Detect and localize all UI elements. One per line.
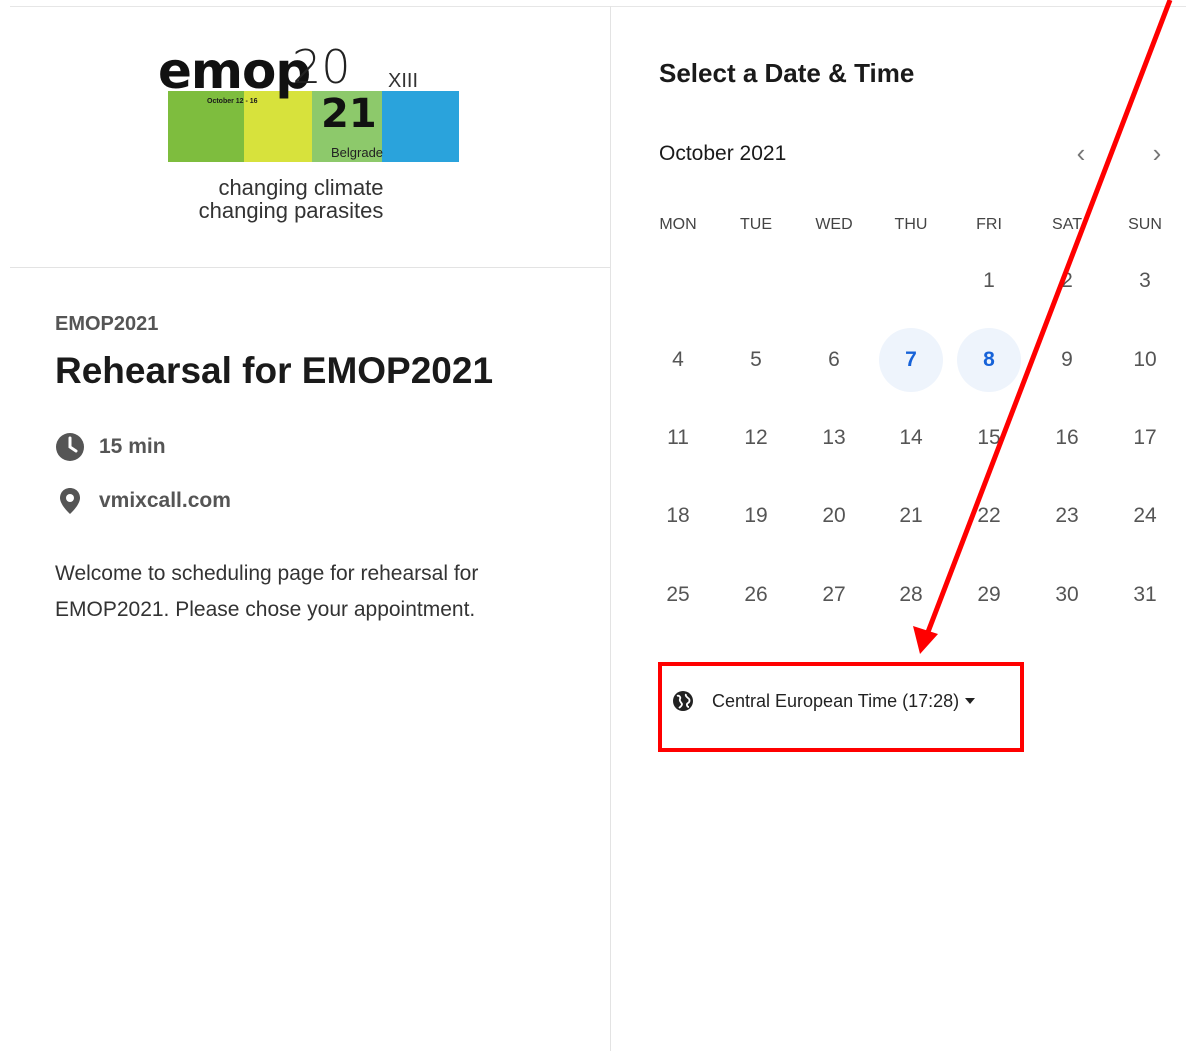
annotation-arrow [913,0,1173,654]
